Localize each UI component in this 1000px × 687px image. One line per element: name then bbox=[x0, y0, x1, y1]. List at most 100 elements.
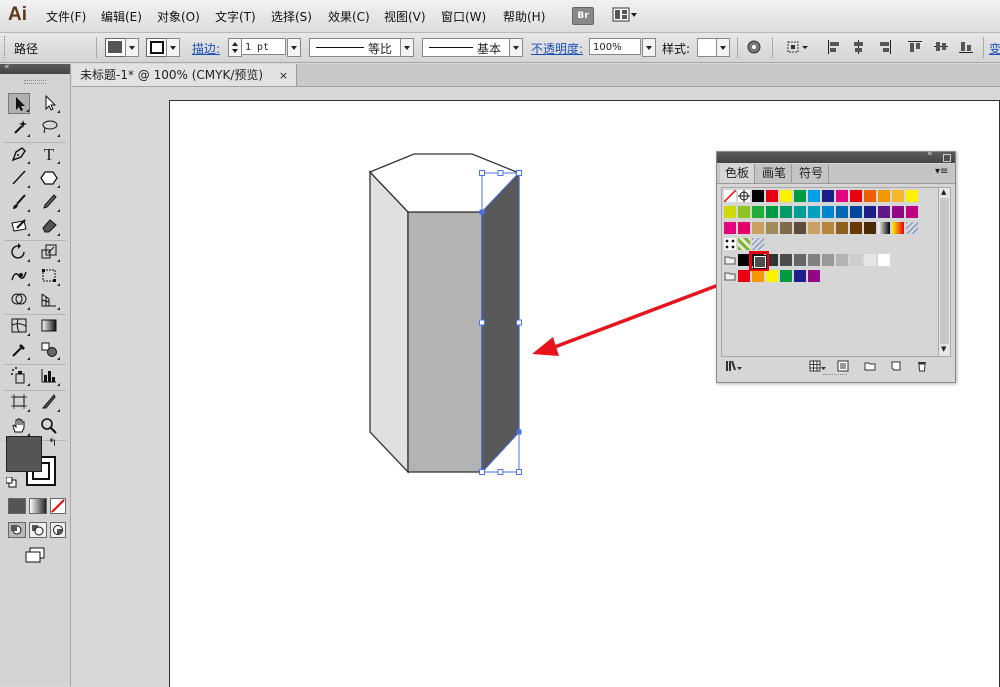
zoom-tool[interactable] bbox=[38, 416, 60, 437]
menu-window[interactable]: 窗口(W) bbox=[441, 8, 486, 25]
color-swatch[interactable] bbox=[752, 206, 765, 219]
color-swatch[interactable] bbox=[724, 222, 737, 235]
scroll-up-icon[interactable]: ▲ bbox=[941, 189, 946, 196]
eyedropper-tool[interactable] bbox=[8, 340, 30, 361]
color-swatch[interactable] bbox=[794, 206, 807, 219]
line-segment-tool[interactable] bbox=[8, 168, 30, 189]
color-swatch[interactable] bbox=[808, 206, 821, 219]
color-swatch[interactable] bbox=[808, 222, 821, 235]
color-swatch[interactable] bbox=[794, 270, 807, 283]
color-swatch[interactable] bbox=[822, 254, 835, 267]
color-swatch[interactable] bbox=[724, 206, 737, 219]
color-swatch[interactable] bbox=[836, 254, 849, 267]
color-swatch[interactable] bbox=[878, 254, 891, 267]
gradient-tool[interactable] bbox=[38, 316, 60, 337]
new-swatch-icon[interactable] bbox=[890, 360, 902, 372]
align-vcenter-button[interactable] bbox=[933, 39, 949, 55]
blend-tool[interactable] bbox=[38, 340, 60, 361]
color-swatch[interactable] bbox=[850, 222, 863, 235]
show-kinds-icon[interactable] bbox=[809, 360, 827, 372]
menu-help[interactable]: 帮助(H) bbox=[503, 8, 545, 25]
color-swatch[interactable] bbox=[752, 222, 765, 235]
color-swatch[interactable] bbox=[794, 222, 807, 235]
color-swatch[interactable] bbox=[808, 270, 821, 283]
style-dropdown[interactable] bbox=[716, 38, 730, 57]
align-bottom-button[interactable] bbox=[958, 39, 974, 55]
color-swatch[interactable] bbox=[752, 190, 765, 203]
color-swatch[interactable] bbox=[738, 222, 751, 235]
tools-panel-header[interactable]: « bbox=[0, 62, 70, 74]
color-swatch[interactable] bbox=[864, 206, 877, 219]
direct-selection-tool[interactable] bbox=[38, 93, 60, 114]
brush-dropdown[interactable] bbox=[509, 38, 523, 57]
color-swatch[interactable] bbox=[808, 190, 821, 203]
scale-tool[interactable] bbox=[38, 242, 60, 263]
panel-resize-grip[interactable] bbox=[823, 374, 847, 378]
blob-brush-tool[interactable] bbox=[8, 216, 30, 237]
graphic-style-swatch[interactable] bbox=[697, 38, 717, 57]
menu-file[interactable]: 文件(F) bbox=[46, 8, 86, 25]
color-swatch[interactable] bbox=[766, 222, 779, 235]
opacity-panel-link[interactable]: 不透明度: bbox=[531, 40, 583, 57]
color-swatch[interactable] bbox=[766, 190, 779, 203]
polygon-tool[interactable] bbox=[38, 168, 60, 189]
color-group-folder-icon[interactable] bbox=[724, 270, 737, 283]
perspective-grid-tool[interactable] bbox=[38, 290, 60, 311]
bridge-button[interactable]: Br bbox=[572, 7, 594, 25]
color-swatch[interactable] bbox=[906, 190, 919, 203]
column-graph-tool[interactable] bbox=[38, 366, 60, 387]
pen-tool[interactable] bbox=[8, 144, 30, 165]
swatches-panel-titlebar[interactable]: « bbox=[717, 149, 955, 163]
color-swatch[interactable] bbox=[794, 254, 807, 267]
color-swatch[interactable] bbox=[822, 206, 835, 219]
stroke-color-dropdown[interactable] bbox=[146, 38, 168, 57]
mesh-tool[interactable] bbox=[8, 316, 30, 337]
panel-menu-icon[interactable]: ▾≡ bbox=[935, 166, 948, 177]
menu-type[interactable]: 文字(T) bbox=[215, 8, 256, 25]
color-swatch[interactable] bbox=[836, 190, 849, 203]
transform-panel-link[interactable]: 变 bbox=[989, 40, 1000, 57]
color-swatch[interactable] bbox=[892, 206, 905, 219]
paintbrush-tool[interactable] bbox=[8, 192, 30, 213]
eraser-tool[interactable] bbox=[38, 216, 60, 237]
gradient-swatch[interactable] bbox=[878, 222, 891, 235]
color-swatch[interactable] bbox=[878, 190, 891, 203]
brush-definition[interactable]: 基本 bbox=[422, 38, 510, 57]
align-hcenter-button[interactable] bbox=[851, 39, 867, 55]
tab-symbols[interactable]: 符号 bbox=[794, 164, 830, 183]
scroll-down-icon[interactable]: ▼ bbox=[941, 346, 946, 353]
color-swatch[interactable] bbox=[752, 270, 765, 283]
artboard-tool[interactable] bbox=[8, 392, 30, 413]
align-top-button[interactable] bbox=[907, 39, 923, 55]
profile-dropdown[interactable] bbox=[400, 38, 414, 57]
gradient-mode-button[interactable] bbox=[29, 498, 47, 514]
none-swatch[interactable] bbox=[723, 189, 737, 203]
selection-tool[interactable] bbox=[8, 93, 30, 114]
variable-width-profile[interactable]: 等比 bbox=[309, 38, 401, 57]
rotate-tool[interactable] bbox=[8, 242, 30, 263]
draw-inside-button[interactable] bbox=[50, 522, 66, 538]
color-swatch[interactable] bbox=[780, 270, 793, 283]
swatch-options-icon[interactable] bbox=[837, 360, 849, 372]
tab-swatches[interactable]: 色板 bbox=[720, 164, 756, 183]
pattern-swatch[interactable] bbox=[906, 222, 919, 235]
color-swatch[interactable] bbox=[780, 190, 793, 203]
color-swatch[interactable] bbox=[850, 190, 863, 203]
color-swatch[interactable] bbox=[892, 190, 905, 203]
color-swatch[interactable] bbox=[808, 254, 821, 267]
color-swatch[interactable] bbox=[836, 222, 849, 235]
color-swatch[interactable] bbox=[822, 190, 835, 203]
pattern-swatch[interactable] bbox=[724, 238, 737, 251]
color-swatch[interactable] bbox=[780, 206, 793, 219]
close-panel-icon[interactable] bbox=[943, 154, 951, 162]
hand-tool[interactable] bbox=[8, 416, 30, 437]
menu-edit[interactable]: 编辑(E) bbox=[101, 8, 142, 25]
collapse-icon[interactable]: « bbox=[4, 62, 10, 72]
recolor-artwork-button[interactable] bbox=[746, 39, 762, 55]
default-colors-button[interactable] bbox=[5, 476, 17, 488]
fill-color-dropdown[interactable] bbox=[105, 38, 127, 57]
color-group-folder-icon[interactable] bbox=[724, 254, 737, 267]
color-swatch[interactable] bbox=[864, 190, 877, 203]
menu-view[interactable]: 视图(V) bbox=[384, 8, 426, 25]
stroke-weight-stepper[interactable] bbox=[228, 38, 242, 57]
